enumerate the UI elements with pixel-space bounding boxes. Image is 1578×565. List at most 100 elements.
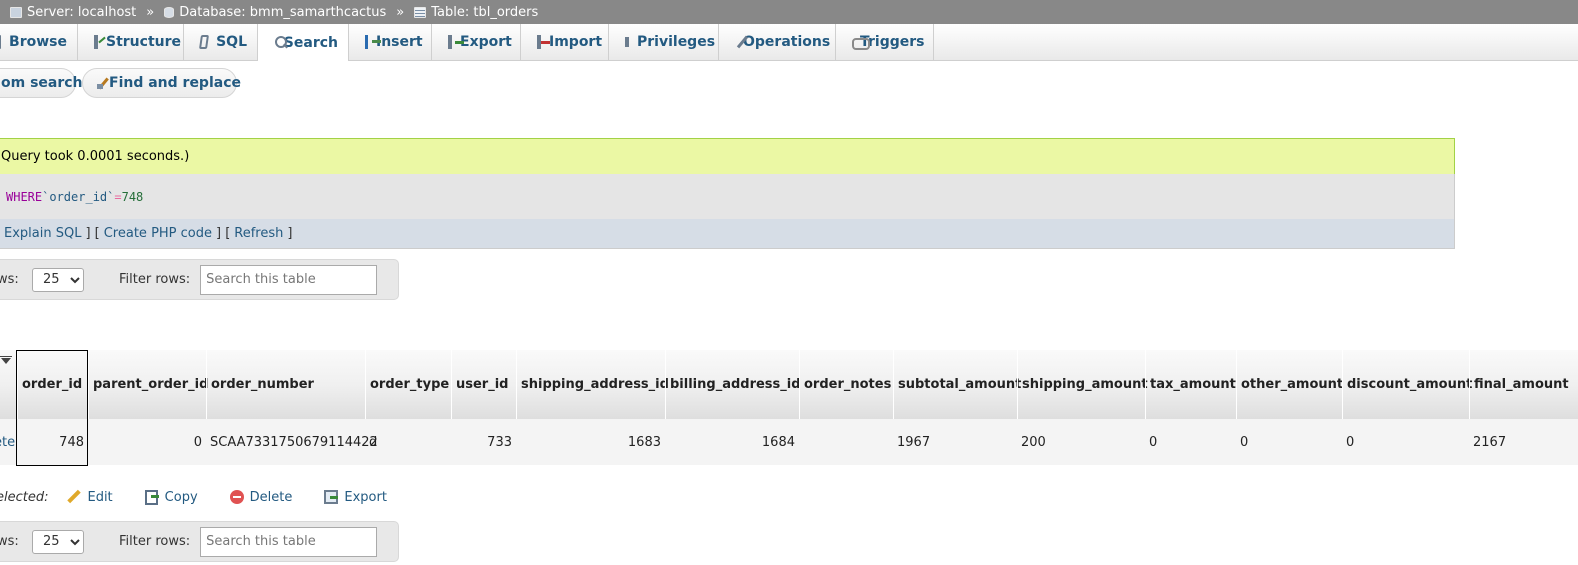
cell-order_number[interactable]: SCAA7331750679114422 [206, 419, 378, 465]
breadcrumb-database[interactable]: Database: bmm_samarthcactus [164, 5, 386, 20]
column-header-discount_amount[interactable]: discount_amount [1342, 350, 1472, 419]
link-separator: ] [ [85, 226, 100, 241]
structure-icon [94, 35, 98, 49]
cell-subtotal_amount[interactable]: 1967 [893, 419, 1017, 465]
sql-query-display[interactable]: WHERE `order_id` = 748 [0, 174, 1455, 219]
cell-discount_amount[interactable]: 0 [1342, 419, 1469, 465]
column-header-user_id[interactable]: user_id [451, 350, 516, 419]
rows-per-page-select[interactable]: 25 [32, 529, 84, 554]
tab-insert[interactable]: Insert [349, 24, 432, 60]
filter-rows-input[interactable] [200, 526, 378, 557]
tab-export-label[interactable]: Export [460, 34, 512, 50]
sql-value: 748 [121, 189, 144, 204]
with-selected-actions: elected: Edit Copy Delete Export [0, 486, 419, 508]
column-header-order_type[interactable]: order_type [365, 350, 451, 419]
rows-label: ws: [0, 534, 19, 549]
tab-search[interactable]: Search [258, 24, 349, 61]
sql-keyword: WHERE [6, 189, 43, 204]
import-icon [537, 35, 550, 49]
tab-import[interactable]: Import [521, 24, 609, 60]
link-separator: ] [ [216, 226, 231, 241]
copy-icon [144, 490, 159, 505]
cell-tax_amount[interactable]: 0 [1145, 419, 1236, 465]
tab-sql[interactable]: SQL [184, 24, 258, 60]
custom-search-button[interactable]: om search [0, 68, 83, 98]
cell-order_notes[interactable] [799, 419, 893, 465]
tab-operations[interactable]: Operations [719, 24, 836, 60]
tab-import-label[interactable]: Import [549, 34, 602, 50]
table-icon [414, 6, 427, 18]
find-replace-label: Find and replace [109, 75, 241, 91]
breadcrumb-separator: » [396, 4, 405, 20]
filter-rows-input[interactable] [200, 264, 378, 295]
column-header-shipping_address_id[interactable]: shipping_address_id [516, 350, 669, 419]
breadcrumb-database-label[interactable]: Database: bmm_samarthcactus [179, 5, 386, 20]
pencil-icon [67, 490, 81, 504]
sort-options-icon[interactable] [0, 356, 12, 364]
rows-per-page-select[interactable]: 25 [32, 267, 84, 292]
cell-other_amount[interactable]: 0 [1236, 419, 1342, 465]
database-icon [164, 6, 175, 18]
sql-column: `order_id` [42, 189, 115, 204]
column-header-billing_address_id[interactable]: billing_address_id [665, 350, 801, 419]
column-header-order_id[interactable]: order_id [17, 350, 88, 419]
breadcrumb-server-label[interactable]: Server: localhost [27, 5, 136, 20]
column-header-final_amount[interactable]: final_amount [1469, 350, 1578, 419]
link-end-bracket: ] [287, 226, 293, 241]
tab-structure-label[interactable]: Structure [106, 34, 181, 50]
top-menu-tabs: Browse Structure SQL Search Insert Expor… [0, 24, 1578, 61]
tab-browse-label[interactable]: Browse [9, 34, 67, 50]
column-header-subtotal_amount[interactable]: subtotal_amount [893, 350, 1021, 419]
breadcrumb-table-label[interactable]: Table: tbl_orders [431, 5, 538, 20]
sql-icon [199, 35, 210, 49]
cell-order_type[interactable]: d [365, 419, 451, 465]
cell-order_id[interactable]: 748 [17, 419, 88, 465]
column-header-other_amount[interactable]: other_amount [1236, 350, 1343, 419]
column-header-order_notes[interactable]: order_notes [799, 350, 893, 419]
bulk-export-button[interactable]: Export [324, 490, 387, 505]
bulk-copy-label: Copy [164, 489, 198, 505]
tab-sql-label[interactable]: SQL [216, 34, 247, 50]
table-navigation-top: ws: 25 Filter rows: [0, 259, 399, 300]
delete-icon [229, 490, 244, 504]
tab-operations-label[interactable]: Operations [743, 34, 830, 50]
find-replace-button[interactable]: Find and replace [82, 68, 241, 98]
cell-billing_address_id[interactable]: 1684 [665, 419, 799, 465]
tab-privileges-label[interactable]: Privileges [637, 34, 715, 50]
create-php-code-link[interactable]: Create PHP code [104, 226, 212, 241]
breadcrumb-table[interactable]: Table: tbl_orders [414, 5, 538, 20]
tab-structure[interactable]: Structure [78, 24, 184, 60]
filter-rows-label: Filter rows: [119, 534, 191, 549]
tab-triggers[interactable]: Triggers [836, 24, 934, 60]
refresh-link[interactable]: Refresh [234, 226, 283, 241]
tab-browse[interactable]: Browse [0, 24, 78, 60]
bulk-copy-button[interactable]: Copy [144, 489, 198, 505]
cell-user_id[interactable]: 733 [451, 419, 516, 465]
query-links: Explain SQL ] [ Create PHP code ] [ Refr… [0, 219, 1455, 249]
explain-sql-link[interactable]: Explain SQL [4, 226, 81, 241]
bulk-edit-button[interactable]: Edit [67, 490, 112, 505]
bulk-export-label: Export [344, 489, 387, 505]
breadcrumb: Server: localhost » Database: bmm_samart… [0, 0, 1578, 24]
column-header-order_number[interactable]: order_number [206, 350, 365, 419]
table-row: ete 748 0 SCAA7331750679114422 d 733 168… [0, 419, 1578, 465]
column-header-shipping_amount[interactable]: shipping_amount [1017, 350, 1148, 419]
tab-export[interactable]: Export [432, 24, 521, 60]
export-icon [324, 490, 339, 504]
bulk-edit-label: Edit [87, 489, 113, 505]
cell-final_amount[interactable]: 2167 [1469, 419, 1578, 465]
cell-parent_order_id[interactable]: 0 [88, 419, 206, 465]
tab-insert-label[interactable]: Insert [376, 34, 423, 50]
tab-privileges[interactable]: Privileges [609, 24, 719, 60]
rows-label: ws: [0, 272, 19, 287]
breadcrumb-server[interactable]: Server: localhost [10, 5, 136, 20]
column-header-tax_amount[interactable]: tax_amount [1145, 350, 1236, 419]
cell-shipping_amount[interactable]: 200 [1017, 419, 1145, 465]
bulk-delete-button[interactable]: Delete [229, 489, 293, 505]
bulk-delete-label: Delete [249, 489, 293, 505]
column-header-parent_order_id[interactable]: parent_order_id [88, 350, 208, 419]
tab-search-label[interactable]: Search [284, 35, 338, 51]
export-icon [448, 35, 464, 49]
cell-shipping_address_id[interactable]: 1683 [516, 419, 665, 465]
delete-row-link[interactable]: ete [0, 419, 15, 465]
